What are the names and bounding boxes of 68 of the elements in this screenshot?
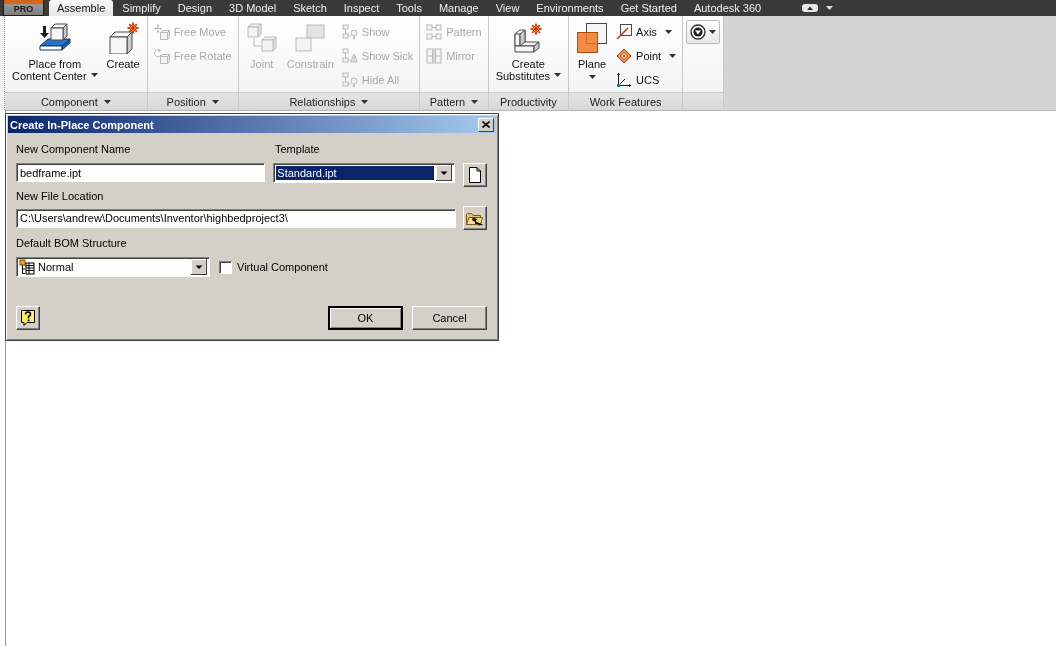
ribbon-tab[interactable]: Get Started: [612, 0, 685, 16]
ribbon-button[interactable]: Create: [102, 20, 144, 73]
diagonal-line-icon: [616, 24, 633, 40]
panel-title[interactable]: Component: [40, 95, 98, 108]
field-label: New Component Name: [16, 143, 132, 156]
panel-title[interactable]: Relationships: [289, 95, 356, 108]
cube-star-icon: [107, 22, 140, 54]
book-cube-icon: [38, 22, 71, 54]
close-icon: [482, 121, 490, 128]
browse-button[interactable]: [463, 206, 487, 230]
cube-rotate-icon: [153, 48, 170, 64]
ribbon-tab[interactable]: View: [487, 0, 528, 16]
checkbox-label: Virtual Component: [237, 260, 328, 274]
ribbon-button[interactable]: Place from Content Center: [8, 20, 102, 85]
app-menu-button[interactable]: PRO: [3, 0, 44, 16]
panel-title[interactable]: Pattern: [429, 95, 466, 108]
ribbon-button[interactable]: Axis: [613, 22, 680, 42]
ribbon-button[interactable]: Plane: [572, 20, 613, 83]
ribbon-tab[interactable]: Autodesk 360: [685, 0, 770, 16]
axes-icon: [616, 72, 633, 88]
close-button[interactable]: [478, 117, 494, 132]
dialog-button[interactable]: Cancel: [412, 306, 487, 330]
node-bulb-icon: [341, 24, 358, 40]
checkbox[interactable]: [219, 260, 232, 274]
ribbon-tab[interactable]: Design: [169, 0, 221, 16]
caret-icon: [826, 6, 834, 10]
cube-move-icon: [153, 24, 170, 40]
overlapping-squares-icon: [576, 22, 609, 54]
help-button[interactable]: [16, 306, 40, 330]
dialog-title: Create In-Place Component: [10, 118, 154, 131]
ribbon-tab[interactable]: Simplify: [114, 0, 169, 16]
ribbon-button[interactable]: Point: [613, 46, 680, 66]
l-block-star-icon: [512, 22, 545, 54]
dropdown-arrow-icon[interactable]: [436, 165, 453, 181]
panel-title: Productivity: [499, 95, 557, 108]
panel-title[interactable]: Position: [166, 95, 206, 108]
diamond-point-icon: [616, 48, 633, 64]
field-label: Default BOM Structure: [16, 237, 128, 250]
two-squares-icon: [294, 22, 327, 54]
structure-list-icon: [19, 259, 35, 275]
template-dropdown[interactable]: Standard.ipt: [273, 163, 456, 183]
field-label: New File Location: [16, 190, 105, 203]
node-warning-icon: [341, 48, 358, 64]
ribbon-button[interactable]: Create Substitutes: [491, 20, 566, 85]
help-icon: [21, 310, 35, 326]
bom-structure-dropdown[interactable]: Normal: [16, 257, 210, 277]
ribbon-button[interactable]: UCS: [613, 70, 680, 90]
field-label: Template: [275, 143, 320, 156]
node-bulb-icon: [341, 72, 358, 88]
folder-arrow-icon: [466, 210, 485, 226]
ribbon-tab[interactable]: 3D Model: [221, 0, 285, 16]
ribbon-tab[interactable]: Environments: [528, 0, 612, 16]
menu-button[interactable]: [686, 20, 721, 44]
grid-squares-icon: [426, 24, 443, 40]
ribbon-tab[interactable]: Sketch: [285, 0, 335, 16]
ribbon-tab[interactable]: Assemble: [49, 0, 114, 16]
panel-title: Work Features: [589, 95, 662, 108]
ribbon-tab[interactable]: Inspect: [335, 0, 388, 16]
component-name-field[interactable]: bedframe.ipt: [16, 163, 266, 182]
document-icon: [469, 167, 482, 183]
dialog-button[interactable]: OK: [328, 306, 403, 330]
two-cubes-icon: [245, 22, 278, 54]
new-file-button[interactable]: [463, 163, 487, 187]
ribbon-tab[interactable]: Tools: [388, 0, 430, 16]
file-location-field[interactable]: C:\Users\andrew\Documents\Inventor\highbedproject3\: [16, 208, 457, 228]
ribbon-tab[interactable]: Manage: [430, 0, 487, 16]
dropdown-arrow-icon[interactable]: [191, 259, 207, 275]
mirror-icon: [426, 48, 443, 64]
